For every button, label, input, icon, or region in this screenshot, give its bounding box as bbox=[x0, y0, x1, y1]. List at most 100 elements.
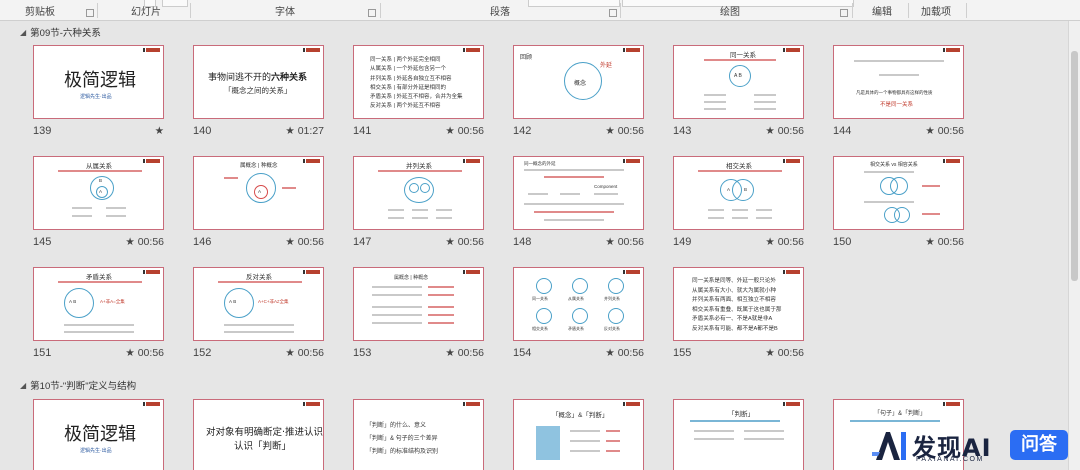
ribbon: 剪贴板 幻灯片 字体 段落 绘图 编辑 加载项 bbox=[0, 0, 1080, 21]
slide-timing: ★ 00:56 bbox=[125, 347, 164, 359]
logo-icon bbox=[783, 48, 800, 52]
ribbon-group-addins: 加载项 bbox=[912, 0, 960, 20]
dialog-launcher-icon[interactable] bbox=[840, 9, 848, 17]
slide-thumbnail[interactable]: 同一关系 | 两个外延完全相同 从属关系 | 一个外延包含另一个 并列关系 | 外延… bbox=[353, 45, 484, 119]
slide-thumbnail[interactable]: 并列关系 bbox=[353, 156, 484, 230]
logo-icon bbox=[143, 270, 160, 274]
slide-thumbnail[interactable]: 回顾 概念 外延 bbox=[513, 45, 644, 119]
slide-number: 154 bbox=[513, 347, 532, 359]
slide-subtitle: 「概念之间的关系」 bbox=[224, 86, 292, 95]
slide-number: 153 bbox=[353, 347, 372, 359]
logo-icon bbox=[623, 48, 640, 52]
slide-number: 151 bbox=[33, 347, 52, 359]
logo-icon bbox=[463, 159, 480, 163]
dialog-launcher-icon[interactable] bbox=[368, 9, 376, 17]
logo-icon bbox=[463, 270, 480, 274]
ribbon-group-clipboard: 剪贴板 bbox=[10, 0, 70, 20]
slide-number: 141 bbox=[353, 125, 372, 137]
slide-thumbnail[interactable]: 反对关系 A B A+C+非A≠全集 bbox=[193, 267, 324, 341]
slide-list: 同一关系 | 两个外延完全相同 从属关系 | 一个外延包含另一个 并列关系 | 外延… bbox=[370, 57, 463, 110]
slide-thumbnail[interactable]: 同一关系 A B bbox=[673, 45, 804, 119]
dialog-launcher-icon[interactable] bbox=[609, 9, 617, 17]
slide-thumbnail[interactable]: 「判断」的什么、意义 「判断」& 句子的三个差异 「判断」的标准结构及识别 bbox=[353, 399, 484, 470]
logo-icon bbox=[783, 159, 800, 163]
slide-title: 相交关系 vs 相容关系 bbox=[870, 162, 918, 168]
slide-title: 对对象有明确断定·推进认识 bbox=[206, 427, 324, 438]
slide-title: 属概念 | 种概念 bbox=[394, 275, 429, 281]
slide-title: 属概念 | 种概念 bbox=[240, 163, 278, 169]
slide-thumbnail[interactable]: 属概念 | 种概念 bbox=[353, 267, 484, 341]
slide-timing: ★ 00:56 bbox=[765, 347, 804, 359]
slide-timing: ★ 00:56 bbox=[765, 125, 804, 137]
slide-thumbnail[interactable]: 同一关系是同等、外延一般只论外 从属关系有大小、就大为属就小种 并列关系有两面、相互… bbox=[673, 267, 804, 341]
logo-icon bbox=[943, 48, 960, 52]
logo-icon bbox=[783, 402, 800, 406]
slide-meta: 150 ★ 00:56 bbox=[833, 236, 964, 248]
slide-number: 140 bbox=[193, 125, 212, 137]
slide-timing: ★ 00:56 bbox=[285, 347, 324, 359]
collapse-caret-icon[interactable]: ◢ bbox=[20, 28, 26, 37]
slide-meta: 139 ★ bbox=[33, 125, 164, 137]
section-header[interactable]: ◢ 第10节-"判断"定义与结构 bbox=[20, 378, 137, 393]
slide-thumbnail[interactable]: 矛盾关系 A B A+非A=全集 bbox=[33, 267, 164, 341]
ribbon-group-font: 字体 bbox=[245, 0, 325, 20]
ribbon-control[interactable] bbox=[528, 0, 620, 7]
book-image bbox=[536, 426, 560, 460]
slide-title: 「句子」&「判断」 bbox=[874, 411, 927, 417]
slide-meta: 142 ★ 00:56 bbox=[513, 125, 644, 137]
slide-number: 148 bbox=[513, 236, 532, 248]
logo-icon bbox=[463, 48, 480, 52]
brand-watermark: 发现AI FAXIANAI.COM 问答 bbox=[872, 428, 1072, 466]
slide-thumbnail[interactable]: 对对象有明确断定·推进认识 认识「判断」 bbox=[193, 399, 324, 470]
brand-subtitle: FAXIANAI.COM bbox=[916, 456, 984, 463]
slide-meta: 151 ★ 00:56 bbox=[33, 347, 164, 359]
slide-thumbnail[interactable]: 同一概念的外延 Component bbox=[513, 156, 644, 230]
slide-subtitle: 逻辑先生·出品 bbox=[80, 94, 112, 100]
slide-meta: 152 ★ 00:56 bbox=[193, 347, 324, 359]
slide-thumbnail[interactable]: 事物间逃不开的六种关系 「概念之间的关系」 bbox=[193, 45, 324, 119]
slide-number: 145 bbox=[33, 236, 52, 248]
slide-thumbnail[interactable]: 同一关系 从属关系 并列关系 相交关系 矛盾关系 反对关系 bbox=[513, 267, 644, 341]
slide-title: 矛盾关系 bbox=[86, 274, 112, 281]
dialog-launcher-icon[interactable] bbox=[86, 9, 94, 17]
slide-thumbnail[interactable]: 凡是具体的一个事物都具有这样的性质 不是同一关系 bbox=[833, 45, 964, 119]
slide-meta: 143 ★ 00:56 bbox=[673, 125, 804, 137]
slide-timing: ★ 00:56 bbox=[605, 125, 644, 137]
ribbon-group-label: 加载项 bbox=[921, 7, 951, 18]
slide-thumbnail[interactable]: 极简逻辑 逻辑先生·出品 bbox=[33, 399, 164, 470]
ribbon-group-drawing: 绘图 bbox=[690, 0, 770, 20]
section-header[interactable]: ◢ 第09节-六种关系 bbox=[20, 25, 101, 40]
slide-title: 同一概念的外延 bbox=[524, 161, 556, 166]
slide-title: 「判断」 bbox=[728, 411, 754, 418]
logo-icon bbox=[783, 270, 800, 274]
collapse-caret-icon[interactable]: ◢ bbox=[20, 381, 26, 390]
ribbon-group-paragraph: 段落 bbox=[460, 0, 540, 20]
slide-meta: 145 ★ 00:56 bbox=[33, 236, 164, 248]
vertical-scrollbar[interactable] bbox=[1068, 21, 1080, 470]
slide-label: 概念 bbox=[574, 81, 587, 87]
brand-tag: 问答 bbox=[1010, 430, 1068, 460]
logo-icon bbox=[143, 402, 160, 406]
slide-meta: 140 ★ 01:27 bbox=[193, 125, 324, 137]
slide-number: 144 bbox=[833, 125, 852, 137]
slide-thumbnail[interactable]: 相交关系 A B bbox=[673, 156, 804, 230]
slide-title: 同一关系 bbox=[730, 52, 756, 59]
slide-thumbnail[interactable]: 相交关系 vs 相容关系 bbox=[833, 156, 964, 230]
logo-icon bbox=[623, 159, 640, 163]
scrollbar-thumb[interactable] bbox=[1071, 51, 1078, 281]
slide-thumbnail[interactable]: 极简逻辑 逻辑先生·出品 bbox=[33, 45, 164, 119]
slide-meta: 141 ★ 00:56 bbox=[353, 125, 484, 137]
star-icon[interactable]: ★ bbox=[155, 125, 164, 137]
slide-title: 「概念」&「判断」 bbox=[552, 412, 609, 419]
slide-thumbnail[interactable]: 「概念」&「判断」 bbox=[513, 399, 644, 470]
slide-number: 146 bbox=[193, 236, 212, 248]
slide-sorter-view: ◢ 第09节-六种关系 极简逻辑 逻辑先生·出品 139 ★ 事物间逃不开的六种… bbox=[0, 21, 1068, 470]
ribbon-separator bbox=[97, 3, 98, 18]
section-title: 第10节-"判断"定义与结构 bbox=[30, 381, 137, 392]
slide-meta: 144 ★ 00:56 bbox=[833, 125, 964, 137]
logo-icon bbox=[303, 159, 320, 163]
slide-meta: 148 ★ 00:56 bbox=[513, 236, 644, 248]
slide-thumbnail[interactable]: 属概念 | 种概念 A bbox=[193, 156, 324, 230]
slide-thumbnail[interactable]: 从属关系 B A bbox=[33, 156, 164, 230]
slide-thumbnail[interactable]: 「判断」 bbox=[673, 399, 804, 470]
